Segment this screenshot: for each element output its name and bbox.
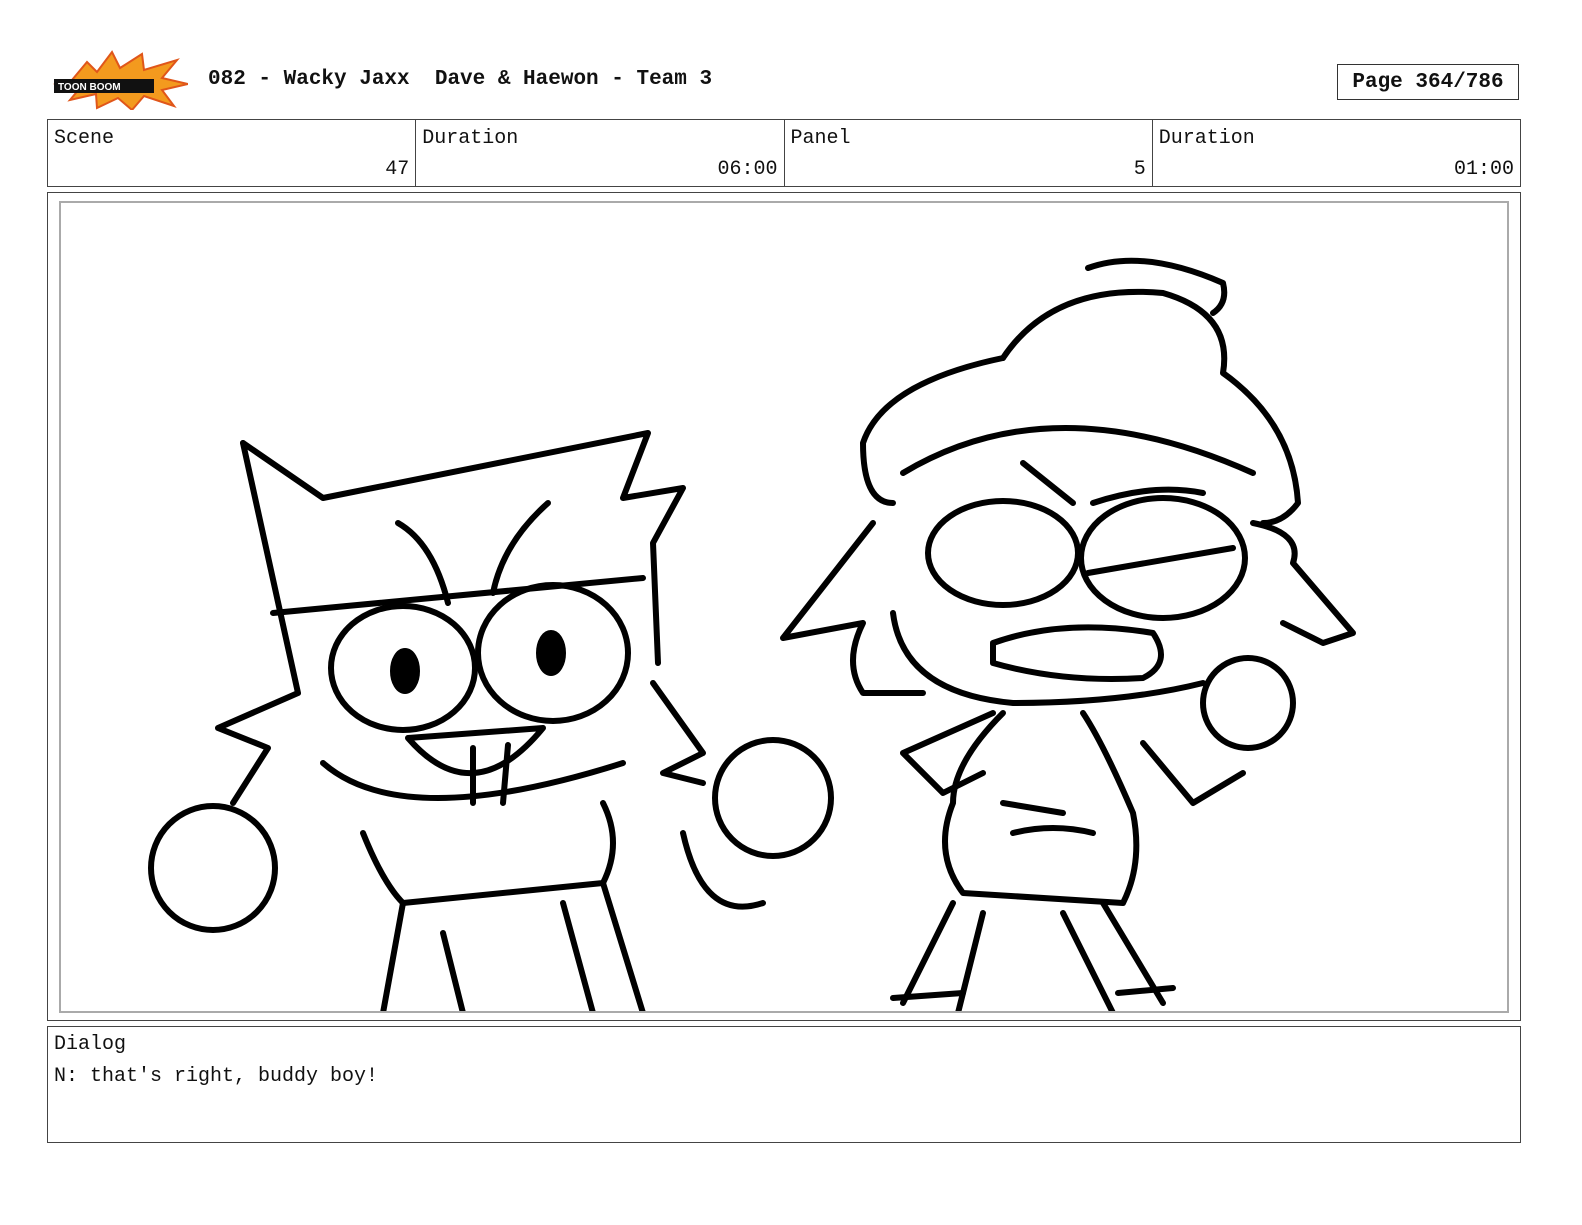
storyboard-panel — [47, 192, 1521, 1021]
character-enid-sketch — [780, 257, 1356, 1011]
character-ko-sketch — [148, 430, 834, 1011]
panel-duration-cell: Duration 01:00 — [1153, 120, 1520, 186]
scene-duration-value: 06:00 — [717, 158, 778, 181]
sketch-drawing — [148, 257, 1356, 1011]
info-bar: Scene 47 Duration 06:00 Panel 5 Duration 01:… — [47, 119, 1521, 187]
scene-value: 47 — [385, 158, 410, 181]
svg-text:TOON BOOM: TOON BOOM — [58, 82, 121, 93]
panel-frame — [59, 201, 1509, 1013]
dialog-text: N: that's right, buddy boy! — [54, 1065, 379, 1088]
scene-cell: Scene 47 — [48, 120, 417, 186]
dialog-box: Dialog N: that's right, buddy boy! — [47, 1026, 1521, 1143]
panel-duration-value: 01:00 — [1453, 158, 1514, 181]
panel-label: Panel — [790, 127, 851, 150]
dialog-label: Dialog — [54, 1033, 127, 1056]
panel-duration-label: Duration — [1158, 127, 1255, 150]
scene-label: Scene — [54, 127, 115, 150]
panel-value: 5 — [1133, 158, 1146, 181]
page-number: Page 364/786 — [1337, 64, 1519, 100]
document-title: 082 - Wacky Jaxx Dave & Haewon - Team 3 — [208, 68, 713, 91]
panel-cell: Panel 5 — [785, 120, 1153, 186]
toon-boom-logo: TOON BOOM — [53, 50, 188, 110]
scene-duration-label: Duration — [422, 127, 519, 150]
scene-duration-cell: Duration 06:00 — [416, 120, 785, 186]
